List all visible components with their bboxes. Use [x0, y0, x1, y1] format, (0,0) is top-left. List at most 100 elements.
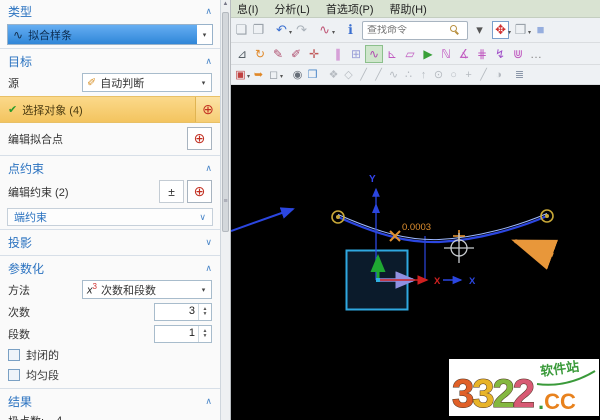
edit-fit-points-crosshair-button[interactable]: ⊕ [187, 127, 212, 150]
undo-icon[interactable]: ↶ [273, 21, 290, 39]
revolve-icon[interactable]: ↻ [251, 45, 269, 63]
n-sided-icon[interactable]: ℕ [437, 45, 455, 63]
type-combo-dropdown[interactable]: ▾ [197, 25, 212, 44]
section-target[interactable]: 目标 ∧ [0, 50, 220, 71]
degree-segments-icon: x3 [87, 282, 97, 297]
point-on-curve-icon[interactable]: ✛ [305, 45, 323, 63]
snap-handle-icon[interactable]: ❖ [326, 66, 341, 84]
snap-arrow-icon[interactable]: ↑ [416, 66, 431, 84]
information-icon[interactable]: ℹ [342, 21, 359, 39]
snap-center-icon[interactable]: ⊙ [431, 66, 446, 84]
animate-play-icon[interactable]: ▶ [419, 45, 437, 63]
snap-quadrant-icon[interactable]: ◑ [491, 66, 506, 84]
expand-icon[interactable]: ∨ [199, 212, 206, 223]
select-object-row[interactable]: ✔ 选择对象 (4) ⊕ [0, 96, 220, 123]
profile-corner-icon[interactable]: ⊿ [233, 45, 251, 63]
fit-view-icon-dropdown[interactable]: ▾ [508, 30, 511, 36]
find-command-input[interactable] [363, 24, 450, 36]
toolbar-overflow[interactable]: … [527, 45, 545, 63]
select-object-crosshair-button[interactable]: ⊕ [195, 97, 220, 122]
snap-segment-icon[interactable]: ╱ [371, 66, 386, 84]
collapse-icon[interactable]: ∧ [205, 6, 212, 17]
trim-curve-icon[interactable]: ✎ [269, 45, 287, 63]
menu-item-analysis[interactable]: 分析(L) [274, 1, 309, 17]
add-remove-constraint-button[interactable]: ± [159, 180, 184, 203]
layers-icon[interactable]: ≣ [512, 66, 527, 84]
source-combo[interactable]: ✐ 自动判断 ▾ [82, 73, 212, 92]
end-constraint-group[interactable]: 端约束 ∨ [7, 208, 213, 226]
isometric-cube-icon[interactable]: ■ [532, 21, 549, 39]
scrollbar-grip[interactable]: ≡ [221, 198, 230, 205]
rectangle-select-icon-dropdown[interactable]: ▾ [280, 74, 283, 80]
plane-icon[interactable]: ▱ [401, 45, 419, 63]
move-object-icon[interactable]: ➥ [251, 66, 266, 84]
redo-icon[interactable]: ↷ [293, 21, 310, 39]
section-parameterization[interactable]: 参数化 ∧ [0, 257, 220, 278]
collapse-icon[interactable]: ∧ [205, 56, 212, 67]
scroll-up-icon[interactable]: ▲ [221, 1, 230, 7]
divide-curve-icon[interactable]: ✐ [287, 45, 305, 63]
curve-toolbar: ⊿ ↻ ✎ ✐ ✛ ∥ ⊞ ∿ ⊾ ▱ ▶ ℕ ∡ ⋕ ↯ ⋓… [231, 43, 600, 65]
degree-stepper[interactable]: 3 ▲ ▼ [154, 303, 212, 321]
segments-down-icon[interactable]: ▼ [203, 334, 208, 339]
graphics-canvas[interactable]: 0.0003 Y X X 3322 .CC 软件站 [230, 85, 600, 420]
closed-checkbox[interactable] [8, 349, 20, 361]
object-color-icon-dropdown[interactable]: ▾ [247, 74, 250, 80]
fit-curve-icon[interactable]: ∿ [365, 44, 383, 63]
collapse-icon[interactable]: ∧ [205, 163, 212, 174]
section-projection[interactable]: 投影 ∨ [0, 231, 220, 252]
object-color-icon[interactable]: ▣ [233, 66, 248, 84]
sketch-curve-icon[interactable]: ∿ [316, 21, 333, 39]
method-combo-dropdown[interactable]: ▾ [196, 285, 211, 294]
type-combo[interactable]: ∿ 拟合样条 ▾ [7, 24, 213, 45]
expression-icon[interactable]: ⋓ [509, 45, 527, 63]
section-point-constraint[interactable]: 点约束 ∧ [0, 157, 220, 178]
degree-down-icon[interactable]: ▼ [203, 312, 208, 317]
find-command-box[interactable] [362, 20, 469, 40]
csys-origin[interactable] [376, 278, 380, 282]
menu-item-preferences[interactable]: 首选项(P) [326, 1, 374, 17]
sketch-curve-icon-dropdown[interactable]: ▾ [332, 30, 335, 36]
work-box-icon[interactable]: ❒ [305, 66, 320, 84]
uniform-checkbox[interactable] [8, 369, 20, 381]
parallel-constraint-icon[interactable]: ∥ [329, 45, 347, 63]
snap-points-icon[interactable]: ∴ [401, 66, 416, 84]
sketch-grid-icon[interactable]: ⊞ [347, 45, 365, 63]
uniform-checkbox-row[interactable]: 均匀段 [0, 365, 220, 385]
graphics-window[interactable]: 0.0003 Y X X 3322 .CC 软件站 [230, 85, 600, 420]
section-results[interactable]: 结果 ∧ [0, 390, 220, 411]
menu-item-information[interactable]: 息(I) [237, 1, 258, 17]
section-type[interactable]: 类型 ∧ [0, 0, 220, 21]
snap-spline-icon[interactable]: ∿ [386, 66, 401, 84]
closed-checkbox-row[interactable]: 封闭的 [0, 345, 220, 365]
segments-stepper[interactable]: 1 ▲ ▼ [154, 325, 212, 343]
fit-view-icon[interactable]: ✥ [492, 20, 510, 39]
rectangle-select-icon[interactable]: ◻ [266, 66, 281, 84]
deviation-gauge-icon[interactable]: ⋕ [473, 45, 491, 63]
expand-icon[interactable]: ∨ [205, 237, 212, 248]
shaded-view-icon[interactable]: ❒ [512, 21, 529, 39]
collapse-icon[interactable]: ∧ [205, 263, 212, 274]
menu-item-help[interactable]: 帮助(H) [390, 1, 427, 17]
undo-icon-dropdown[interactable]: ▾ [289, 30, 292, 36]
perpendicular-constraint-icon[interactable]: ⊾ [383, 45, 401, 63]
shaded-view-icon-dropdown[interactable]: ▾ [528, 30, 531, 36]
degree-value[interactable]: 3 [155, 304, 198, 320]
collapse-icon[interactable]: ∧ [205, 396, 212, 407]
dialog-scrollbar[interactable]: ▲ ≡ [221, 0, 231, 420]
copy-icon[interactable]: ❏ [233, 21, 250, 39]
angle-constraint-icon[interactable]: ∡ [455, 45, 473, 63]
shaded-sphere-icon[interactable]: ◉ [290, 66, 305, 84]
edit-constraint-crosshair-button[interactable]: ⊕ [187, 180, 212, 203]
source-combo-dropdown[interactable]: ▾ [196, 78, 211, 87]
method-combo[interactable]: x3 次数和段数 ▾ [82, 280, 212, 299]
search-options-dropdown[interactable]: ▾ [471, 21, 488, 39]
snap-intersection-icon[interactable]: + [461, 66, 476, 84]
snap-pole-icon[interactable]: ◇ [341, 66, 356, 84]
paste-icon[interactable]: ❐ [250, 21, 267, 39]
lightning-icon[interactable]: ↯ [491, 45, 509, 63]
snap-circle-icon[interactable]: ○ [446, 66, 461, 84]
segments-value[interactable]: 1 [155, 326, 198, 342]
snap-line-icon[interactable]: ╱ [356, 66, 371, 84]
snap-tangent-icon[interactable]: ╱ [476, 66, 491, 84]
